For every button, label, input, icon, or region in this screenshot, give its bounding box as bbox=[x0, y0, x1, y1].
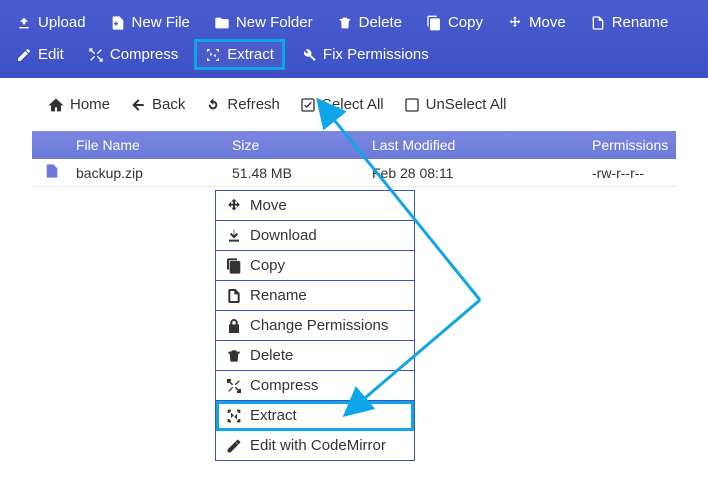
refresh-button[interactable]: Refresh bbox=[197, 92, 288, 117]
refresh-icon bbox=[205, 97, 221, 113]
col-size-header[interactable]: Size bbox=[232, 137, 372, 153]
context-menu: Move Download Copy Rename Change Permiss… bbox=[215, 190, 415, 461]
file-size-cell: 51.48 MB bbox=[232, 165, 372, 181]
extract-icon bbox=[226, 408, 242, 424]
delete-button[interactable]: Delete bbox=[329, 10, 410, 35]
compress-button[interactable]: Compress bbox=[80, 39, 186, 70]
upload-icon bbox=[16, 15, 32, 31]
delete-label: Delete bbox=[359, 14, 402, 31]
rename-icon bbox=[226, 288, 242, 304]
file-modified-cell: Feb 28 08:11 bbox=[372, 165, 592, 181]
new-file-label: New File bbox=[132, 14, 190, 31]
unselect-all-label: UnSelect All bbox=[426, 96, 507, 113]
select-all-label: Select All bbox=[322, 96, 384, 113]
home-icon bbox=[48, 97, 64, 113]
context-delete[interactable]: Delete bbox=[216, 341, 414, 371]
context-move[interactable]: Move bbox=[216, 191, 414, 221]
context-change-permissions[interactable]: Change Permissions bbox=[216, 311, 414, 341]
table-header: File Name Size Last Modified Permissions bbox=[32, 131, 676, 159]
move-icon bbox=[507, 15, 523, 31]
refresh-label: Refresh bbox=[227, 96, 280, 113]
back-button[interactable]: Back bbox=[122, 92, 193, 117]
select-all-button[interactable]: Select All bbox=[292, 92, 392, 117]
compress-icon bbox=[88, 47, 104, 63]
file-permissions-cell: -rw-r--r-- bbox=[592, 165, 676, 181]
context-download-label: Download bbox=[250, 227, 317, 244]
context-chperm-label: Change Permissions bbox=[250, 317, 388, 334]
file-icon bbox=[44, 163, 60, 179]
extract-label: Extract bbox=[227, 46, 274, 63]
folder-icon bbox=[214, 15, 230, 31]
edit-button[interactable]: Edit bbox=[8, 39, 72, 70]
move-button[interactable]: Move bbox=[499, 10, 574, 35]
edit-label: Edit bbox=[38, 46, 64, 63]
context-compress[interactable]: Compress bbox=[216, 371, 414, 401]
fix-permissions-button[interactable]: Fix Permissions bbox=[293, 39, 437, 70]
copy-label: Copy bbox=[448, 14, 483, 31]
rename-icon bbox=[590, 15, 606, 31]
col-modified-header[interactable]: Last Modified bbox=[372, 137, 592, 153]
edit-icon bbox=[226, 438, 242, 454]
copy-icon bbox=[226, 258, 242, 274]
context-edit-codemirror[interactable]: Edit with CodeMirror bbox=[216, 431, 414, 460]
copy-icon bbox=[426, 15, 442, 31]
context-editcm-label: Edit with CodeMirror bbox=[250, 437, 386, 454]
context-extract-label: Extract bbox=[250, 407, 297, 424]
trash-icon bbox=[226, 348, 242, 364]
checkbox-empty-icon bbox=[404, 97, 420, 113]
upload-label: Upload bbox=[38, 14, 86, 31]
wrench-icon bbox=[301, 47, 317, 63]
fix-permissions-label: Fix Permissions bbox=[323, 46, 429, 63]
compress-icon bbox=[226, 378, 242, 394]
trash-icon bbox=[337, 15, 353, 31]
extract-icon bbox=[205, 47, 221, 63]
main-toolbar: Upload New File New Folder Delete Copy M… bbox=[0, 0, 708, 78]
context-copy[interactable]: Copy bbox=[216, 251, 414, 281]
context-delete-label: Delete bbox=[250, 347, 293, 364]
rename-button[interactable]: Rename bbox=[582, 10, 677, 35]
rename-label: Rename bbox=[612, 14, 669, 31]
context-move-label: Move bbox=[250, 197, 287, 214]
table-row[interactable]: backup.zip 51.48 MB Feb 28 08:11 -rw-r--… bbox=[32, 159, 676, 187]
move-icon bbox=[226, 198, 242, 214]
back-icon bbox=[130, 97, 146, 113]
download-icon bbox=[226, 228, 242, 244]
action-bar: Home Back Refresh Select All UnSelect Al… bbox=[0, 78, 708, 127]
context-rename[interactable]: Rename bbox=[216, 281, 414, 311]
copy-button[interactable]: Copy bbox=[418, 10, 491, 35]
context-rename-label: Rename bbox=[250, 287, 307, 304]
file-table: File Name Size Last Modified Permissions… bbox=[32, 131, 676, 187]
context-compress-label: Compress bbox=[250, 377, 318, 394]
new-folder-button[interactable]: New Folder bbox=[206, 10, 321, 35]
new-folder-label: New Folder bbox=[236, 14, 313, 31]
move-label: Move bbox=[529, 14, 566, 31]
context-copy-label: Copy bbox=[250, 257, 285, 274]
col-permissions-header[interactable]: Permissions bbox=[592, 137, 676, 153]
file-name-cell: backup.zip bbox=[72, 165, 232, 181]
new-file-button[interactable]: New File bbox=[102, 10, 198, 35]
extract-button[interactable]: Extract bbox=[194, 39, 285, 70]
lock-icon bbox=[226, 318, 242, 334]
context-download[interactable]: Download bbox=[216, 221, 414, 251]
edit-icon bbox=[16, 47, 32, 63]
compress-label: Compress bbox=[110, 46, 178, 63]
unselect-all-button[interactable]: UnSelect All bbox=[396, 92, 515, 117]
checkbox-checked-icon bbox=[300, 97, 316, 113]
back-label: Back bbox=[152, 96, 185, 113]
new-file-icon bbox=[110, 15, 126, 31]
upload-button[interactable]: Upload bbox=[8, 10, 94, 35]
home-button[interactable]: Home bbox=[40, 92, 118, 117]
context-extract[interactable]: Extract bbox=[216, 401, 414, 431]
home-label: Home bbox=[70, 96, 110, 113]
col-name-header[interactable]: File Name bbox=[72, 137, 232, 153]
